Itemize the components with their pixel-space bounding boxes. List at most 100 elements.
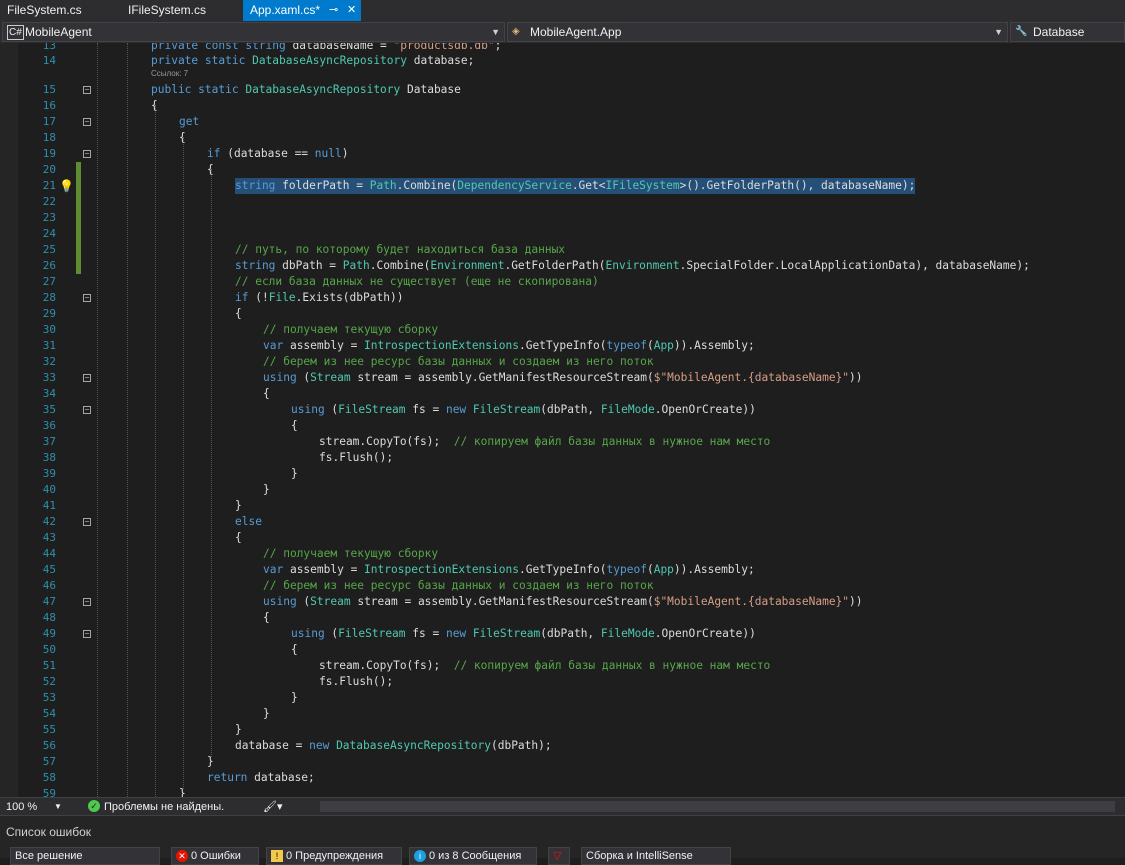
code-line[interactable]: 23	[0, 210, 1110, 226]
code-line[interactable]: 43 {	[0, 530, 1110, 546]
code-line[interactable]: 37 stream.CopyTo(fs); // копируем файл ба…	[0, 434, 1110, 450]
code-line[interactable]: 35 − using (FileStream fs = new FileStream…	[0, 402, 1110, 418]
code-line[interactable]: 50 {	[0, 642, 1110, 658]
code-line[interactable]: 48 {	[0, 610, 1110, 626]
code-line[interactable]: 40}	[0, 482, 1110, 498]
code-line[interactable]: 47 − using (Stream stream = assembly.GetMa…	[0, 594, 1110, 610]
collapse-icon[interactable]: −	[83, 518, 91, 526]
code-line[interactable]: 24	[0, 226, 1110, 242]
code-line[interactable]: 49 − using (FileStream fs = new FileStream…	[0, 626, 1110, 642]
document-tab-bar: FileSystem.cs IFileSystem.cs App.xaml.cs…	[0, 0, 1125, 21]
line-number: 27	[42, 275, 56, 288]
code-text: using (FileStream fs = new FileStream(db…	[291, 627, 756, 640]
collapse-icon[interactable]: −	[83, 150, 91, 158]
tab-app-xaml-cs[interactable]: App.xaml.cs* ⊸ ✕	[243, 0, 361, 21]
line-number: 41	[42, 499, 56, 512]
code-line[interactable]: 15 − public static DatabaseAsyncRepository…	[0, 82, 1110, 98]
editor-status-bar: 100 % ▼ ✓ Проблемы не найдены. 🖌▾	[0, 797, 1125, 816]
code-line[interactable]: 55}	[0, 722, 1110, 738]
tab-ifilesystem[interactable]: IFileSystem.cs	[121, 0, 243, 21]
line-number: 15	[42, 83, 56, 96]
code-line[interactable]: 38 fs.Flush();	[0, 450, 1110, 466]
code-line[interactable]: 19 − if (database == null)	[0, 146, 1110, 162]
code-line[interactable]: 46 // берем из нее ресурс базы данных и с…	[0, 578, 1110, 594]
code-line[interactable]: 26 string dbPath = Path.Combine(Environme…	[0, 258, 1110, 274]
code-line[interactable]: 30 // получаем текущую сборку	[0, 322, 1110, 338]
code-line[interactable]: 21 💡 string folderPath = Path.Combine(Depe…	[0, 178, 1110, 194]
filter-icon: ▽	[553, 850, 562, 862]
code-line[interactable]: 41}	[0, 498, 1110, 514]
code-line[interactable]: 51 stream.CopyTo(fs); // копируем файл ба…	[0, 658, 1110, 674]
code-line[interactable]: 53}	[0, 690, 1110, 706]
references-codelens[interactable]: Ссылок: 7	[151, 69, 188, 79]
wrench-icon: 🔧	[1015, 26, 1028, 37]
errors-filter-button[interactable]: ✕ 0 Ошибки	[171, 847, 259, 865]
code-line[interactable]: 39}	[0, 466, 1110, 482]
collapse-icon[interactable]: −	[83, 630, 91, 638]
collapse-icon[interactable]: −	[83, 86, 91, 94]
member-dropdown[interactable]: 🔧 Database	[1010, 22, 1125, 42]
project-dropdown[interactable]: C# MobileAgent ▼	[2, 22, 505, 42]
brush-icon[interactable]: 🖌▾	[263, 799, 283, 815]
messages-filter-button[interactable]: i0 из 8 Сообщения	[409, 847, 537, 865]
code-text: // если база данных не существует (еще н…	[235, 275, 599, 288]
collapse-icon[interactable]: −	[83, 118, 91, 126]
code-editor[interactable]: 13 private const string databaseName = "p…	[0, 43, 1125, 797]
chevron-down-icon[interactable]: ▼	[54, 799, 62, 815]
code-line[interactable]: 17 − get	[0, 114, 1110, 130]
zoom-level[interactable]: 100 %	[6, 799, 37, 815]
close-icon[interactable]: ✕	[347, 0, 356, 21]
code-text: fs.Flush();	[319, 675, 394, 688]
code-line[interactable]: 16 {	[0, 98, 1110, 114]
line-number: 55	[42, 723, 56, 736]
code-line[interactable]: 57}	[0, 754, 1110, 770]
type-dropdown-value: MobileAgent.App	[530, 25, 622, 39]
code-line[interactable]: 42 − else	[0, 514, 1110, 530]
messages-count: 0 из 8 Сообщения	[429, 850, 522, 862]
code-line[interactable]: 31 var assembly = IntrospectionExtensions…	[0, 338, 1110, 354]
filter-clear-button[interactable]: ▽	[548, 847, 570, 865]
code-line[interactable]: 20 {	[0, 162, 1110, 178]
code-line[interactable]: 59}	[0, 786, 1110, 797]
warnings-filter-button[interactable]: ! 0 Предупреждения	[266, 847, 402, 865]
horizontal-scrollbar[interactable]	[320, 801, 1115, 812]
line-number: 25	[42, 243, 56, 256]
code-line[interactable]: 22	[0, 194, 1110, 210]
line-number: 43	[42, 531, 56, 544]
code-line[interactable]: 45 var assembly = IntrospectionExtensions…	[0, 562, 1110, 578]
code-line[interactable]: 25 // путь, по которому будет находиться …	[0, 242, 1110, 258]
code-line[interactable]: 32 // берем из нее ресурс базы данных и с…	[0, 354, 1110, 370]
error-list-panel: Список ошибок Все решение ✕ 0 Ошибки ! 0 П…	[0, 815, 1125, 865]
tab-label: IFileSystem.cs	[128, 3, 207, 17]
code-line[interactable]: 33 − using (Stream stream = assembly.GetMa…	[0, 370, 1110, 386]
type-dropdown[interactable]: ◈ MobileAgent.App ▼	[507, 22, 1008, 42]
code-line[interactable]: 14 private static DatabaseAsyncRepository…	[0, 53, 1110, 69]
collapse-icon[interactable]: −	[83, 406, 91, 414]
code-text: get	[179, 115, 200, 128]
lightbulb-icon[interactable]: 💡	[59, 178, 74, 194]
code-line[interactable]: 29 {	[0, 306, 1110, 322]
code-line[interactable]: 28 − if (!File.Exists(dbPath))	[0, 290, 1110, 306]
code-text: string dbPath = Path.Combine(Environment…	[235, 259, 1030, 272]
code-line[interactable]: 34 {	[0, 386, 1110, 402]
collapse-icon[interactable]: −	[83, 598, 91, 606]
code-line[interactable]: 56 database = new DatabaseAsyncRepository…	[0, 738, 1110, 754]
line-number: 38	[42, 451, 56, 464]
scope-dropdown[interactable]: Все решение	[10, 847, 160, 865]
issues-status[interactable]: Проблемы не найдены.	[104, 799, 224, 815]
tab-filesystem[interactable]: FileSystem.cs	[0, 0, 120, 21]
code-line[interactable]: 27 // если база данных не существует (еще…	[0, 274, 1110, 290]
code-line[interactable]: 44 // получаем текущую сборку	[0, 546, 1110, 562]
info-icon: i	[414, 850, 426, 863]
code-line[interactable]: 36 {	[0, 418, 1110, 434]
code-line[interactable]: 54}	[0, 706, 1110, 722]
code-line[interactable]: 58 return database;	[0, 770, 1110, 786]
collapse-icon[interactable]: −	[83, 294, 91, 302]
tab-label: App.xaml.cs*	[250, 3, 321, 17]
code-line[interactable]: 18 {	[0, 130, 1110, 146]
build-filter-dropdown[interactable]: Сборка и IntelliSense	[581, 847, 731, 865]
collapse-icon[interactable]: −	[83, 374, 91, 382]
code-text: // берем из нее ресурс базы данных и соз…	[263, 355, 654, 368]
code-line[interactable]: 52 fs.Flush();	[0, 674, 1110, 690]
pin-icon[interactable]: ⊸	[329, 0, 338, 21]
